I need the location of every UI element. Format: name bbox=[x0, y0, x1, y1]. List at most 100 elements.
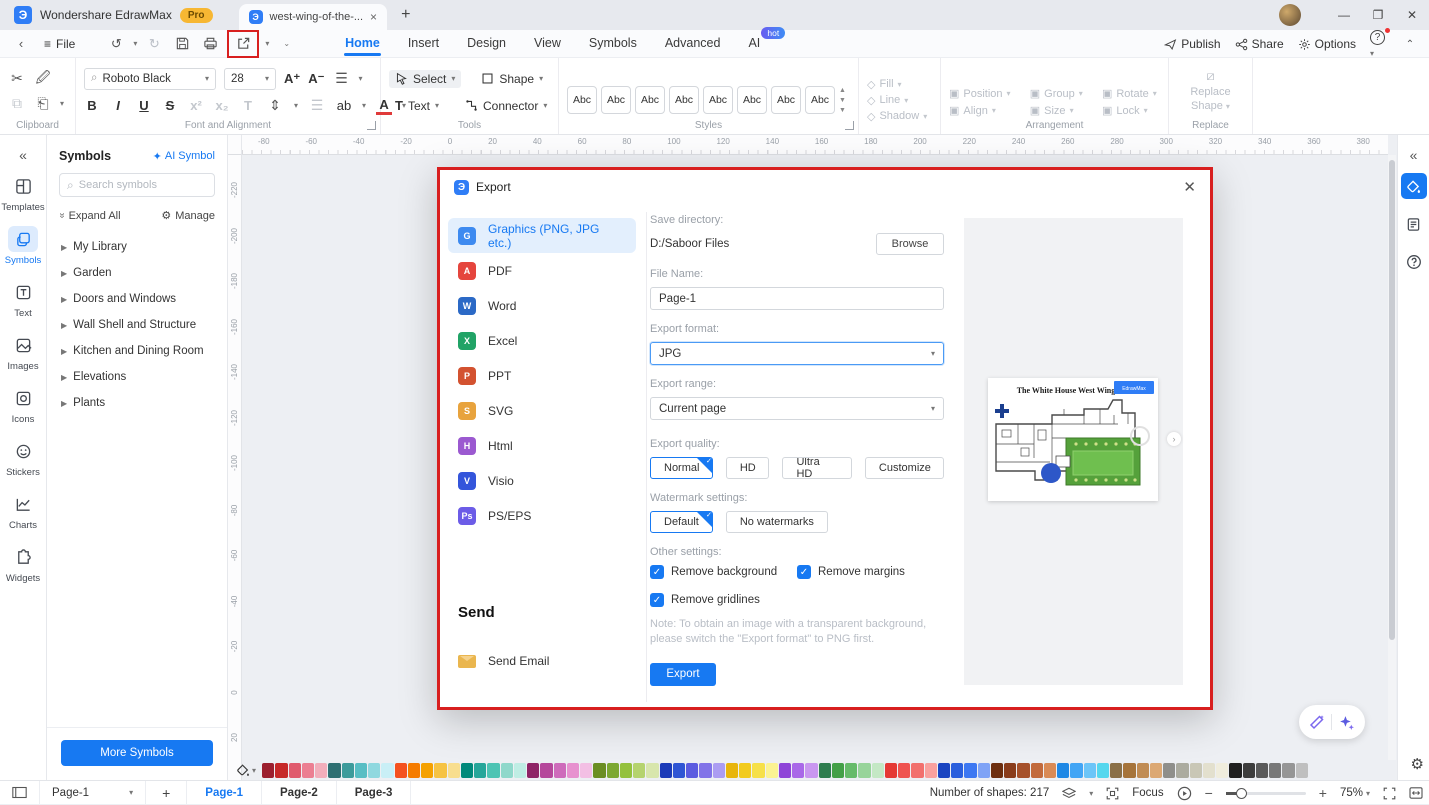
style-preset[interactable]: Abc bbox=[601, 86, 631, 114]
options-button[interactable]: Options bbox=[1298, 37, 1356, 51]
watermark-option-button[interactable]: Default bbox=[650, 511, 713, 533]
focus-mode-icon[interactable] bbox=[1106, 787, 1119, 800]
library-item[interactable]: ▶ Doors and Windows bbox=[47, 286, 227, 312]
zoom-slider[interactable] bbox=[1225, 787, 1306, 799]
increase-font-icon[interactable]: A⁺ bbox=[284, 71, 300, 87]
color-swatch[interactable] bbox=[1030, 762, 1043, 778]
checkbox-checked-icon[interactable]: ✓ bbox=[797, 565, 811, 579]
color-swatch[interactable] bbox=[447, 762, 460, 778]
color-swatch[interactable] bbox=[527, 762, 540, 778]
arrangement-item[interactable]: ▣ Group ▾ bbox=[1030, 87, 1086, 101]
browse-button[interactable]: Browse bbox=[876, 233, 944, 255]
color-swatch[interactable] bbox=[1149, 762, 1163, 778]
color-swatch[interactable] bbox=[659, 762, 672, 778]
color-swatch[interactable] bbox=[739, 762, 752, 778]
ai-symbol-link[interactable]: ✦ AI Symbol bbox=[153, 150, 215, 163]
color-swatch[interactable] bbox=[911, 762, 924, 778]
color-swatch[interactable] bbox=[672, 762, 686, 778]
color-swatch[interactable] bbox=[500, 762, 513, 778]
color-swatch[interactable] bbox=[858, 762, 871, 778]
menu-tab[interactable]: Advanced bbox=[652, 31, 734, 57]
sidebar-item-charts[interactable]: Charts bbox=[1, 491, 45, 531]
send-email-button[interactable]: Send Email bbox=[458, 654, 549, 668]
color-swatch[interactable] bbox=[1202, 762, 1216, 778]
publish-button[interactable]: Publish bbox=[1164, 37, 1221, 51]
color-swatch[interactable] bbox=[553, 762, 566, 778]
color-swatch[interactable] bbox=[606, 762, 619, 778]
color-swatch[interactable] bbox=[1070, 762, 1083, 778]
color-swatch[interactable] bbox=[1176, 762, 1189, 778]
library-item[interactable]: ▶ Wall Shell and Structure bbox=[47, 312, 227, 338]
magic-wand-icon[interactable] bbox=[1309, 714, 1325, 730]
arrangement-item[interactable]: ▣ Position ▾ bbox=[949, 87, 1014, 101]
color-swatch[interactable] bbox=[1216, 762, 1229, 778]
ai-sparkle-icon[interactable] bbox=[1338, 714, 1355, 731]
settings-checkbox[interactable]: ✓ Remove background bbox=[650, 565, 797, 579]
color-swatch[interactable] bbox=[898, 762, 911, 778]
fit-screen-icon[interactable] bbox=[1383, 787, 1396, 800]
color-swatch[interactable] bbox=[474, 762, 487, 778]
close-tab-icon[interactable]: × bbox=[370, 10, 377, 24]
fill-caret-icon[interactable]: ▾ bbox=[252, 766, 256, 775]
style-preset[interactable]: Abc bbox=[737, 86, 767, 114]
quality-option-button[interactable]: Ultra HD bbox=[782, 457, 852, 479]
expand-triangle-icon[interactable]: ▶ bbox=[61, 243, 67, 252]
close-button[interactable]: ✕ bbox=[1395, 0, 1429, 30]
menu-tab[interactable]: Insert bbox=[395, 31, 452, 57]
color-swatch[interactable] bbox=[712, 762, 725, 778]
color-swatch[interactable] bbox=[686, 762, 699, 778]
color-swatch[interactable] bbox=[341, 762, 354, 778]
library-item[interactable]: ▶ Elevations bbox=[47, 364, 227, 390]
color-swatch[interactable] bbox=[487, 762, 500, 778]
page-tab[interactable]: Page-3 bbox=[337, 780, 412, 805]
color-swatch[interactable] bbox=[964, 762, 977, 778]
color-swatch[interactable] bbox=[1269, 762, 1282, 778]
manage-button[interactable]: ⚙ Manage bbox=[161, 209, 215, 223]
expand-triangle-icon[interactable]: ▶ bbox=[61, 295, 67, 304]
color-swatch[interactable] bbox=[990, 762, 1004, 778]
decrease-font-icon[interactable]: A⁻ bbox=[308, 71, 324, 87]
library-item[interactable]: ▶ Garden bbox=[47, 260, 227, 286]
color-swatch[interactable] bbox=[1004, 762, 1017, 778]
color-swatch[interactable] bbox=[1295, 762, 1308, 778]
checkbox-checked-icon[interactable]: ✓ bbox=[650, 565, 664, 579]
color-swatch[interactable] bbox=[434, 762, 447, 778]
color-swatch[interactable] bbox=[1083, 762, 1096, 778]
color-swatch[interactable] bbox=[845, 762, 858, 778]
page-layout-icon[interactable] bbox=[0, 786, 39, 799]
color-swatch[interactable] bbox=[580, 762, 593, 778]
font-size-select[interactable]: 28 ▾ bbox=[224, 67, 276, 90]
export-format-item[interactable]: X Excel bbox=[448, 323, 636, 358]
library-item[interactable]: ▶ Kitchen and Dining Room bbox=[47, 338, 227, 364]
effect-item[interactable]: ◇ Fill ▾ bbox=[867, 78, 932, 91]
styles-up-icon[interactable]: ▲ bbox=[839, 87, 846, 94]
color-swatch[interactable] bbox=[262, 762, 275, 778]
print-button[interactable] bbox=[199, 33, 221, 55]
scrollbar-thumb[interactable] bbox=[1389, 160, 1395, 640]
quality-option-button[interactable]: Customize bbox=[864, 457, 944, 479]
zoom-in-button[interactable]: + bbox=[1319, 785, 1327, 801]
color-swatch[interactable] bbox=[818, 762, 831, 778]
zoom-out-button[interactable]: − bbox=[1205, 785, 1213, 801]
color-swatch[interactable] bbox=[394, 762, 407, 778]
color-swatch[interactable] bbox=[871, 762, 884, 778]
paste-caret-icon[interactable]: ▾ bbox=[60, 99, 64, 108]
color-swatch[interactable] bbox=[924, 762, 937, 778]
vertical-scrollbar[interactable] bbox=[1388, 155, 1396, 760]
back-button[interactable]: ‹ bbox=[10, 33, 32, 55]
arrangement-item[interactable]: ▣ Size ▾ bbox=[1030, 104, 1086, 118]
color-swatch[interactable] bbox=[354, 762, 368, 778]
color-swatch[interactable] bbox=[831, 762, 845, 778]
superscript-icon[interactable]: x² bbox=[188, 98, 204, 113]
settings-checkbox[interactable]: ✓ Remove margins bbox=[797, 565, 944, 579]
select-tool[interactable]: Select ▾ bbox=[389, 69, 462, 88]
style-preset[interactable]: Abc bbox=[703, 86, 733, 114]
document-tab[interactable]: Э west-wing-of-the-... × bbox=[238, 4, 388, 30]
style-preset[interactable]: Abc bbox=[567, 86, 597, 114]
redo-button[interactable]: ↻ bbox=[143, 33, 165, 55]
sidebar-item-stickers[interactable]: Stickers bbox=[1, 438, 45, 478]
style-preset[interactable]: Abc bbox=[771, 86, 801, 114]
palette-settings-gear-icon[interactable]: ⚙ bbox=[1411, 755, 1424, 773]
arrangement-item[interactable]: ▣ Lock ▾ bbox=[1102, 104, 1160, 118]
sidebar-item-icons[interactable]: Icons bbox=[1, 385, 45, 425]
